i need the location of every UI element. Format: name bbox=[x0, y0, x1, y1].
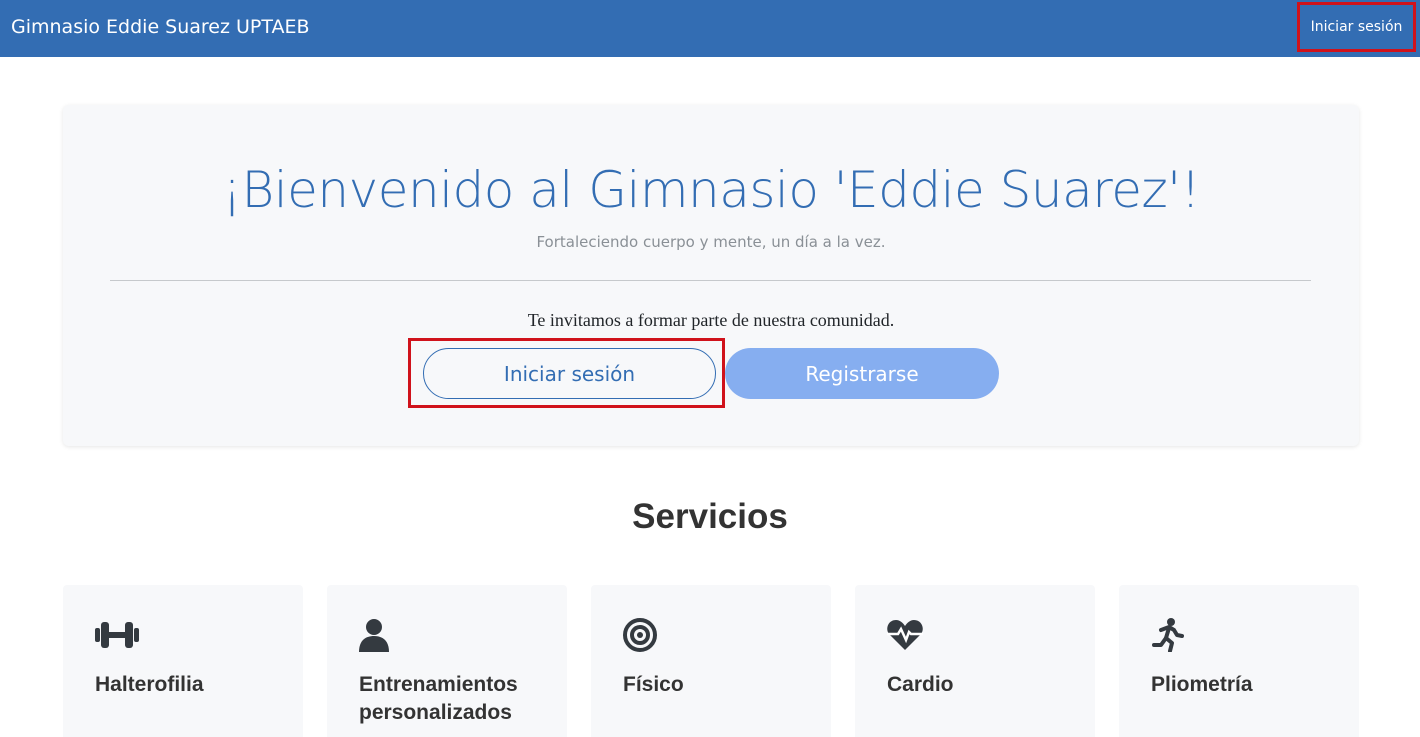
page-title: ¡Bienvenido al Gimnasio 'Eddie Suarez'! bbox=[222, 161, 1201, 219]
service-card-fisico: Físico bbox=[591, 585, 831, 737]
hero-subtitle: Fortaleciendo cuerpo y mente, un día a l… bbox=[536, 233, 886, 251]
service-card-entrenamientos: Entrenamientos personalizados bbox=[327, 585, 567, 737]
service-label: Pliometría bbox=[1151, 673, 1253, 696]
service-label: Físico bbox=[623, 673, 684, 696]
navbar: Gimnasio Eddie Suarez UPTAEB Iniciar ses… bbox=[0, 0, 1420, 57]
service-label: Halterofilia bbox=[95, 673, 204, 696]
nav-login-link[interactable]: Iniciar sesión bbox=[1297, 2, 1416, 52]
heart-pulse-icon bbox=[887, 620, 923, 650]
dumbbell-icon bbox=[95, 622, 139, 648]
divider bbox=[110, 280, 1311, 281]
welcome-jumbotron: ¡Bienvenido al Gimnasio 'Eddie Suarez'! … bbox=[63, 105, 1359, 446]
service-card-halterofilia: Halterofilia bbox=[63, 585, 303, 737]
services-heading: Servicios bbox=[632, 497, 788, 536]
brand-link[interactable]: Gimnasio Eddie Suarez UPTAEB bbox=[11, 16, 310, 38]
running-icon bbox=[1152, 618, 1184, 652]
target-icon bbox=[623, 618, 657, 652]
service-card-cardio: Cardio bbox=[855, 585, 1095, 737]
login-button[interactable]: Iniciar sesión bbox=[423, 348, 716, 399]
register-button[interactable]: Registrarse bbox=[725, 348, 999, 399]
service-label: Cardio bbox=[887, 673, 954, 696]
service-card-pliometria: Pliometría bbox=[1119, 585, 1359, 737]
invite-text: Te invitamos a formar parte de nuestra c… bbox=[527, 310, 895, 330]
service-label: Entrenamientos personalizados bbox=[359, 673, 518, 724]
user-icon bbox=[359, 619, 389, 652]
